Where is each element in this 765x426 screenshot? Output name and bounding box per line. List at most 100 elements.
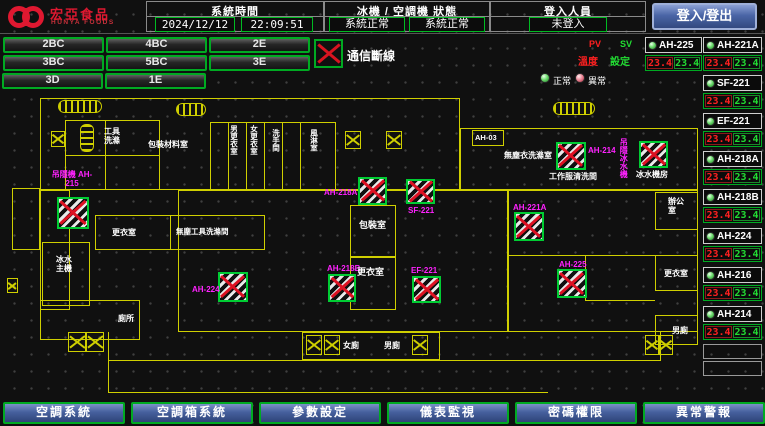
- sv-value: 23.4: [733, 209, 760, 221]
- status-lamp-icon: [706, 232, 715, 241]
- ahu-tag: AH-218A: [324, 188, 357, 197]
- stairwell-icon: [324, 335, 340, 355]
- nav-button-ahu-system[interactable]: 空調箱系統: [131, 402, 253, 424]
- elevator-icon: [51, 131, 65, 147]
- wall-segment: [350, 205, 396, 257]
- comm-offline-icon: [314, 39, 343, 68]
- room-label: AH-03: [475, 134, 497, 143]
- ahu-offline-icon-ah-218b[interactable]: [328, 274, 356, 302]
- floor-button-2bc[interactable]: 2BC: [3, 37, 104, 53]
- sv-label: SV: [620, 39, 632, 49]
- room-label: 洗手間: [272, 129, 280, 152]
- room-label: 包裝材料室: [148, 140, 188, 149]
- floor-button-5bc[interactable]: 5BC: [106, 55, 207, 71]
- time-display: 22:09:51: [241, 17, 313, 32]
- ahu-tag: AH-218B: [327, 264, 360, 273]
- status-lamp-icon: [706, 79, 715, 88]
- ahu-offline-icon-ah-224[interactable]: [218, 272, 248, 302]
- login-logout-button[interactable]: 登入/登出: [652, 3, 757, 30]
- wall-segment: [170, 215, 171, 250]
- room-label: 包裝室: [359, 220, 386, 230]
- unit-label: AH-225: [659, 40, 693, 51]
- floor-button-1e[interactable]: 1E: [105, 73, 206, 89]
- wall-segment: [108, 332, 109, 392]
- unit-ah-218a[interactable]: AH-218A: [703, 151, 762, 167]
- unit-label: AH-224: [717, 231, 751, 242]
- stairs-icon: [80, 124, 94, 152]
- pv-label: PV: [589, 39, 601, 49]
- nav-button-param-setting[interactable]: 參數設定: [259, 402, 381, 424]
- wall-segment: [108, 360, 660, 361]
- unit-ah-224[interactable]: AH-224: [703, 228, 762, 244]
- unit-ah-225[interactable]: AH-225: [645, 37, 702, 53]
- abnormal-label: 異常: [588, 74, 606, 87]
- pv-value: 23.4: [705, 95, 732, 107]
- status-lamp-icon: [706, 117, 715, 126]
- ahu-status: 系統正常: [409, 17, 485, 32]
- stairs-icon: [58, 100, 102, 113]
- floor-button-3d[interactable]: 3D: [2, 73, 103, 89]
- wall-segment: [585, 300, 655, 301]
- ahu-offline-icon-ah-225[interactable]: [557, 269, 587, 298]
- unit-sf-221[interactable]: SF-221: [703, 75, 762, 91]
- unit-ah-221a[interactable]: AH-221A: [703, 37, 762, 53]
- ahu-offline-icon-ah-214[interactable]: [556, 142, 586, 170]
- wall-segment: [12, 188, 40, 250]
- status-lamp-icon: [706, 41, 715, 50]
- wall-segment: [178, 190, 508, 332]
- ahu-offline-icon-ah-221a[interactable]: [514, 212, 544, 241]
- unit-ah-214[interactable]: AH-214: [703, 306, 762, 322]
- logo-subtitle: HUNYA FOODS: [51, 19, 115, 26]
- sv-value: 23.4: [733, 133, 760, 145]
- room-label: 女更衣室: [250, 125, 258, 155]
- floor-button-3e[interactable]: 3E: [209, 55, 310, 71]
- ahu-offline-icon-sf-221[interactable]: [406, 179, 435, 204]
- sv-value: 23.4: [733, 171, 760, 183]
- nav-button-ac-system[interactable]: 空調系統: [3, 402, 125, 424]
- ahu-offline-icon-ef-221[interactable]: [412, 276, 441, 303]
- room-label: 更衣室: [664, 269, 688, 278]
- empty-slot: [703, 361, 762, 376]
- nav-button-meter-monitor[interactable]: 儀表監視: [387, 402, 509, 424]
- floor-button-3bc[interactable]: 3BC: [3, 55, 104, 71]
- unit-ah-216[interactable]: AH-216: [703, 267, 762, 283]
- floor-button-4bc[interactable]: 4BC: [106, 37, 207, 53]
- room-label: 冰水主機: [56, 255, 74, 273]
- unit-ah-214-values: 23.423.4: [703, 324, 762, 340]
- unit-ah-218a-values: 23.423.4: [703, 169, 762, 185]
- room-label: 男廁: [384, 341, 400, 350]
- login-section: 登入人員 未登入: [490, 1, 646, 32]
- status-lamp-icon: [706, 155, 715, 164]
- ahu-offline-icon-ah-218a[interactable]: [358, 177, 387, 205]
- stairwell-icon: [306, 335, 322, 355]
- wall-segment: [228, 122, 229, 190]
- nav-button-alarm[interactable]: 異常警報: [643, 402, 765, 424]
- abnormal-lamp-icon: [575, 73, 585, 83]
- status-lamp-icon: [648, 41, 657, 50]
- pv-value: 23.4: [705, 57, 732, 69]
- unit-label: AH-221A: [717, 40, 759, 51]
- pv-value: 23.4: [705, 133, 732, 145]
- elevator-icon: [7, 278, 18, 293]
- unit-label: AH-214: [717, 309, 751, 320]
- stairs-icon: [553, 102, 595, 115]
- normal-lamp-icon: [540, 73, 550, 83]
- unit-ah-221a-values: 23.423.4: [703, 55, 762, 71]
- unit-ef-221[interactable]: EF-221: [703, 113, 762, 129]
- stairwell-icon: [86, 332, 104, 352]
- ahu-offline-icon-ah-215[interactable]: [57, 197, 89, 229]
- elevator-icon: [345, 131, 361, 149]
- ahu-tag: SF-221: [408, 206, 434, 215]
- status-lamp-icon: [706, 310, 715, 319]
- nav-button-password-auth[interactable]: 密碼權限: [515, 402, 637, 424]
- ahu-offline-icon-chiller[interactable]: [639, 141, 668, 168]
- unit-ef-221-values: 23.423.4: [703, 131, 762, 147]
- sv-value: 23.4: [733, 248, 760, 260]
- room-label: 冰水機房: [636, 170, 668, 179]
- wall-segment: [246, 122, 247, 190]
- wall-segment: [282, 122, 283, 190]
- unit-label: EF-221: [717, 116, 750, 127]
- floor-button-2e[interactable]: 2E: [209, 37, 310, 53]
- unit-ah-218b[interactable]: AH-218B: [703, 189, 762, 205]
- room-label: 工作服清洗間: [549, 172, 597, 181]
